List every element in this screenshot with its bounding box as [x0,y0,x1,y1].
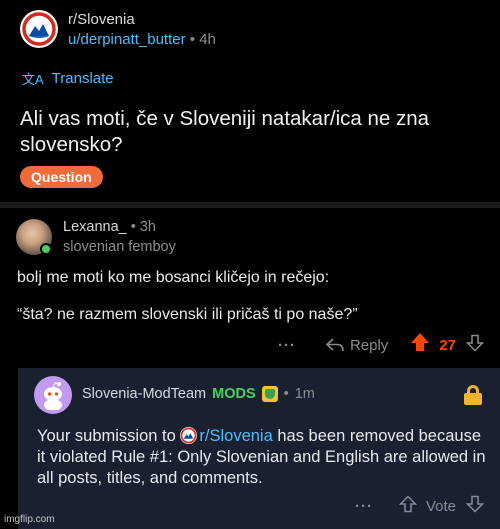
post-flair[interactable]: Question [20,166,103,188]
mod-comment-age: 1m [294,386,315,402]
comment-body-line: “šta? ne razmem slovenski ili pričaš ti … [17,306,358,323]
translate-label: Translate [51,70,114,87]
post-meta: u/derpinatt_butter • 4h [68,31,216,48]
more-icon[interactable]: ··· [278,337,296,354]
comment-header: Lexanna_ • 3h [63,219,156,235]
upvote-icon[interactable] [410,332,430,358]
mod-comment: Slovenia-ModTeam MODS • 1m Your submissi… [18,368,500,529]
vote-label: Vote [425,497,456,515]
downvote-icon[interactable] [465,334,485,357]
subreddit-avatar-icon[interactable] [20,10,58,48]
comment-body-line: bolj me moti ko me bosanci kličejo in re… [17,269,330,286]
post-header: r/Slovenia u/derpinatt_butter • 4h 文A Tr… [0,0,500,202]
more-icon[interactable]: ··· [355,498,373,515]
online-status-icon [40,243,52,255]
subreddit-name[interactable]: r/Slovenia [68,11,135,28]
upvote-icon[interactable] [398,494,418,518]
lock-icon [464,385,482,405]
subreddit-avatar-icon [180,427,198,444]
comment-username[interactable]: Lexanna_ [63,219,127,235]
comment-age: 3h [139,219,156,235]
reply-icon [325,338,344,352]
watermark: imgflip.com [4,514,55,525]
subreddit-link[interactable]: r/Slovenia [199,427,272,445]
meta-separator: • [283,386,289,402]
meta-separator: • [189,31,196,48]
snoo-avatar-icon[interactable] [34,376,72,414]
translate-icon: 文A [22,72,44,87]
post-author-link[interactable]: u/derpinatt_butter [68,31,186,48]
post-title: Ali vas moti, če v Sloveniji natakar/ica… [20,107,430,156]
user-flair: slovenian femboy [63,239,176,255]
mod-username[interactable]: Slovenia-ModTeam [82,386,206,402]
post-age: 4h [199,31,216,48]
mods-badge: MODS [212,386,256,402]
reply-button[interactable]: Reply [325,336,389,354]
downvote-icon[interactable] [465,495,485,517]
mod-comment-header: Slovenia-ModTeam MODS • 1m [82,386,315,402]
comment-actions: ··· Reply 27 [278,332,485,358]
mod-text-before: Your submission to [37,427,181,445]
reply-label: Reply [349,336,389,354]
mod-comment-actions: ··· Vote [355,494,485,518]
vote-score: 27 [439,336,456,354]
mod-shield-icon [261,386,278,402]
mod-comment-body: Your submission to r/Slovenia has been r… [37,426,487,489]
translate-button[interactable]: 文A Translate [22,69,114,88]
comment: Lexanna_ • 3h slovenian femboy bolj me m… [0,208,500,368]
meta-separator: • [130,219,136,235]
